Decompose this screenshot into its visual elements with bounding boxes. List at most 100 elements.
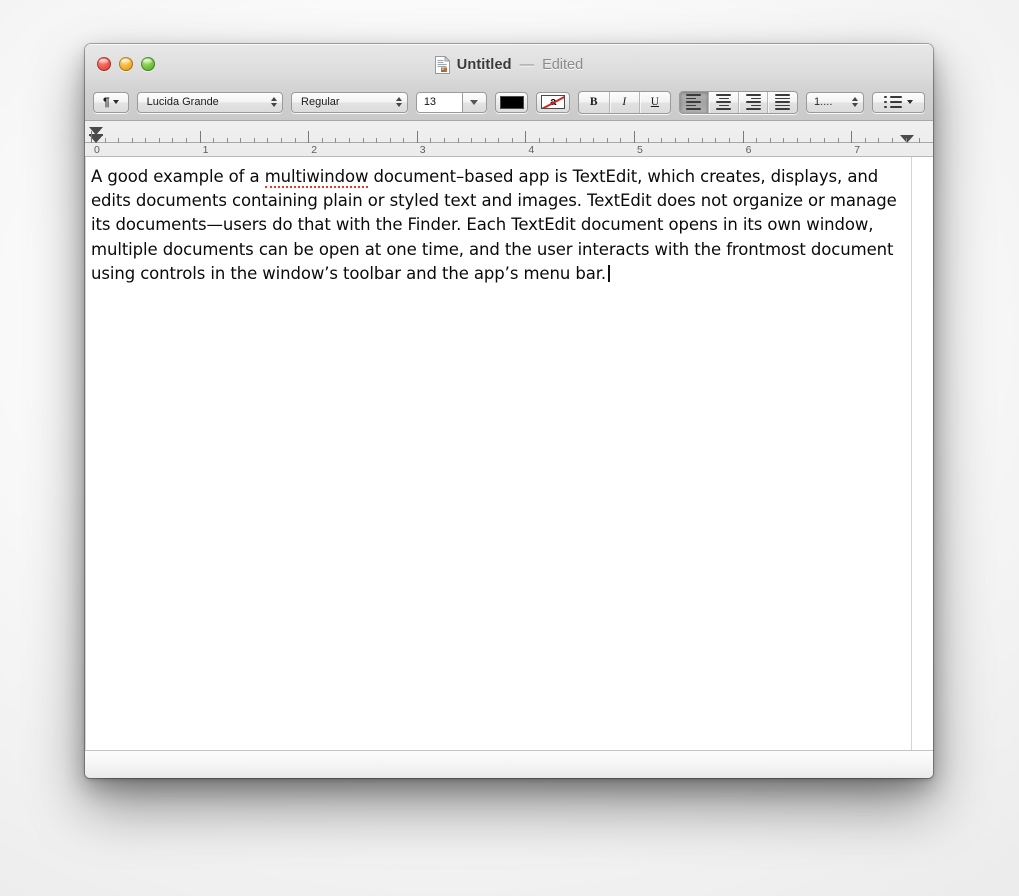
chevron-down-icon <box>906 100 913 104</box>
edited-status: Edited <box>542 57 584 73</box>
ruler-tick-minor <box>715 138 717 143</box>
align-left-icon <box>686 94 702 110</box>
textedit-window: Untitled — Edited ¶ Lucida Grande Regula… <box>85 44 933 778</box>
ruler-tick-minor <box>145 138 147 143</box>
ruler-tick-minor <box>335 138 337 143</box>
minimize-button[interactable] <box>119 57 133 71</box>
ruler-tick-minor <box>864 138 866 143</box>
ruler-tick-minor <box>729 138 731 143</box>
bullet-list-icon <box>884 95 902 109</box>
close-button[interactable] <box>97 57 111 71</box>
ruler-tick-label: 7 <box>854 144 861 156</box>
ruler-tick-major <box>199 131 201 143</box>
ruler-tick-label: 2 <box>311 144 318 156</box>
align-left-button[interactable] <box>679 91 709 113</box>
font-typeface-value: Regular <box>301 96 340 108</box>
ruler-tick-major <box>91 131 92 143</box>
ruler-tick-label: 4 <box>528 144 535 156</box>
ruler-tick-minor <box>430 138 432 143</box>
ruler-tick-minor <box>701 138 703 143</box>
align-center-button[interactable] <box>708 91 738 113</box>
page-left-edge <box>85 157 86 752</box>
misspelled-word: multiwindow <box>264 167 369 188</box>
ruler-tick-label: 1 <box>202 144 209 156</box>
ruler-tick-major <box>742 131 744 143</box>
ruler-tick-minor <box>348 138 350 143</box>
align-right-icon <box>745 94 761 110</box>
underline-button[interactable]: U <box>639 91 670 113</box>
font-typeface-popup[interactable]: Regular <box>291 91 408 113</box>
ruler-tick-minor <box>905 138 907 143</box>
ruler-tick-major <box>634 131 635 143</box>
ruler-tick-minor <box>538 138 540 143</box>
alignment-segmented-control <box>678 90 799 114</box>
desktop-background: Untitled — Edited ¶ Lucida Grande Regula… <box>0 0 1019 896</box>
paragraph-style-button[interactable]: ¶ <box>93 91 129 113</box>
window-controls <box>97 57 155 71</box>
ruler-tick-minor <box>158 138 160 143</box>
ruler-tick-label: 3 <box>419 144 426 156</box>
ruler-tick-major <box>525 131 527 143</box>
font-size-combo[interactable]: 13 <box>415 91 487 113</box>
bold-button[interactable]: B <box>579 92 609 113</box>
align-justify-icon <box>775 94 791 110</box>
document-text-area[interactable]: A good example of a multiwindow document… <box>85 157 933 752</box>
ruler-tick-minor <box>891 138 893 143</box>
zoom-button[interactable] <box>141 57 155 71</box>
ruler-tick-minor <box>878 138 880 143</box>
ruler-tick-minor <box>294 138 296 143</box>
font-family-value: Lucida Grande <box>146 96 219 108</box>
ruler-tick-minor <box>552 138 554 143</box>
ruler-tick-minor <box>647 138 649 143</box>
background-color-swatch: a <box>541 95 566 109</box>
window-bottom-bar <box>85 750 933 778</box>
italic-button[interactable]: I <box>608 91 640 113</box>
align-center-icon <box>716 94 732 110</box>
ruler-tick-minor <box>511 138 513 143</box>
ruler-tick-minor <box>253 138 255 143</box>
text-style-segmented-control: B I U <box>577 90 671 114</box>
lists-popup-button[interactable] <box>871 91 926 113</box>
chevron-down-icon <box>112 100 119 104</box>
window-title: Untitled <box>456 57 512 73</box>
updown-arrows-icon <box>395 97 402 107</box>
ruler-tick-major <box>308 131 310 143</box>
ruler-tick-minor <box>593 138 595 143</box>
ruler-tick-major <box>416 131 418 143</box>
ruler-tick-minor <box>403 138 405 143</box>
updown-arrows-icon <box>851 97 858 107</box>
ruler-tick-label: 5 <box>637 144 643 156</box>
right-indent-marker[interactable] <box>900 135 914 143</box>
text-caret <box>608 264 610 282</box>
line-spacing-stepper[interactable]: 1.... <box>806 91 864 113</box>
ruler-tick-minor <box>824 138 826 143</box>
ruler-tick-minor <box>756 138 758 143</box>
align-justify-button[interactable] <box>767 91 797 113</box>
document-ruler[interactable]: 0 1 2 3 4 5 6 7 <box>85 121 933 157</box>
ruler-tick-minor <box>267 138 269 143</box>
window-title-row: Untitled — Edited <box>85 55 933 75</box>
pilcrow-icon: ¶ <box>102 95 110 109</box>
text-color-well[interactable] <box>494 91 529 113</box>
ruler-tick-minor <box>321 138 323 143</box>
ruler-tick-minor <box>281 138 283 143</box>
ruler-tick-major <box>851 131 853 143</box>
ruler-tick-minor <box>213 138 215 143</box>
font-size-input[interactable]: 13 <box>416 92 463 112</box>
font-family-popup[interactable]: Lucida Grande <box>136 91 284 113</box>
font-size-dropdown-button[interactable] <box>463 99 486 105</box>
ruler-tick-minor <box>471 138 473 143</box>
ruler-tick-minor <box>796 138 798 143</box>
document-body-text[interactable]: A good example of a multiwindow document… <box>91 165 911 286</box>
ruler-tick-minor <box>674 138 676 143</box>
window-titlebar[interactable]: Untitled — Edited ¶ Lucida Grande Regula… <box>85 44 933 121</box>
ruler-tick-minor <box>498 138 500 143</box>
background-color-well[interactable]: a <box>536 91 570 113</box>
ruler-tick-minor <box>579 138 581 143</box>
ruler-tick-label: 6 <box>745 144 752 156</box>
line-spacing-value: 1.... <box>814 96 833 108</box>
ruler-tick-minor <box>810 138 812 143</box>
align-right-button[interactable] <box>737 91 768 113</box>
text-color-swatch <box>499 95 524 109</box>
ruler-tick-minor <box>919 138 921 143</box>
